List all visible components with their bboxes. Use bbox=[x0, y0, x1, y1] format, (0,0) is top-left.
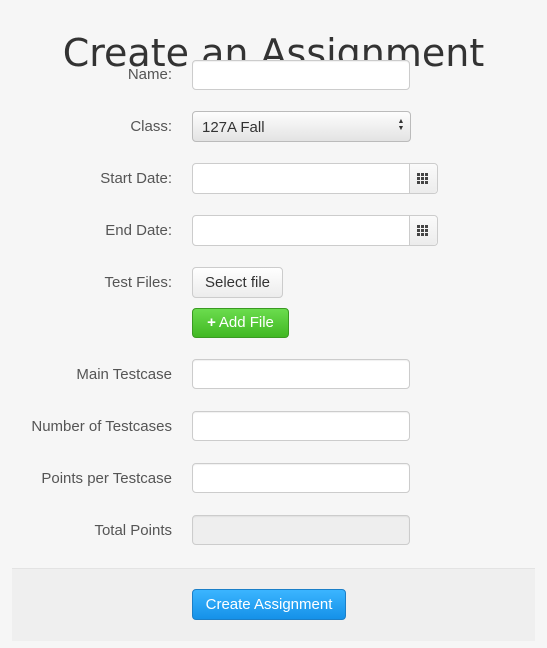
start-date-label: Start Date: bbox=[100, 170, 172, 187]
start-date-input[interactable] bbox=[192, 163, 438, 194]
class-select-value: 127A Fall bbox=[202, 119, 265, 136]
class-select[interactable]: 127A Fall ▲ ▼ bbox=[192, 111, 411, 142]
name-label: Name: bbox=[127, 66, 172, 83]
total-points-input bbox=[192, 515, 410, 545]
points-per-testcase-input[interactable] bbox=[192, 463, 410, 493]
num-testcases-input[interactable] bbox=[192, 411, 410, 441]
test-files-label: Test Files: bbox=[104, 274, 172, 291]
name-input[interactable] bbox=[192, 60, 410, 90]
calendar-icon bbox=[417, 173, 429, 184]
form-footer: Create Assignment bbox=[12, 568, 535, 641]
main-testcase-label: Main Testcase bbox=[76, 366, 172, 383]
calendar-icon bbox=[417, 225, 429, 236]
total-points-label: Total Points bbox=[94, 522, 172, 539]
end-date-label: End Date: bbox=[105, 222, 172, 239]
main-testcase-input[interactable] bbox=[192, 359, 410, 389]
end-date-input[interactable] bbox=[192, 215, 438, 246]
start-date-calendar-button[interactable] bbox=[409, 164, 437, 193]
plus-icon: + bbox=[207, 314, 216, 331]
class-label: Class: bbox=[130, 118, 172, 135]
select-arrows-icon: ▲ ▼ bbox=[397, 118, 405, 132]
add-file-button[interactable]: + Add File bbox=[192, 308, 289, 338]
select-file-button[interactable]: Select file bbox=[192, 267, 283, 298]
end-date-calendar-button[interactable] bbox=[409, 216, 437, 245]
points-per-testcase-label: Points per Testcase bbox=[41, 470, 172, 487]
num-testcases-label: Number of Testcases bbox=[31, 418, 172, 435]
create-assignment-button[interactable]: Create Assignment bbox=[192, 589, 346, 620]
add-file-label: Add File bbox=[218, 314, 274, 331]
